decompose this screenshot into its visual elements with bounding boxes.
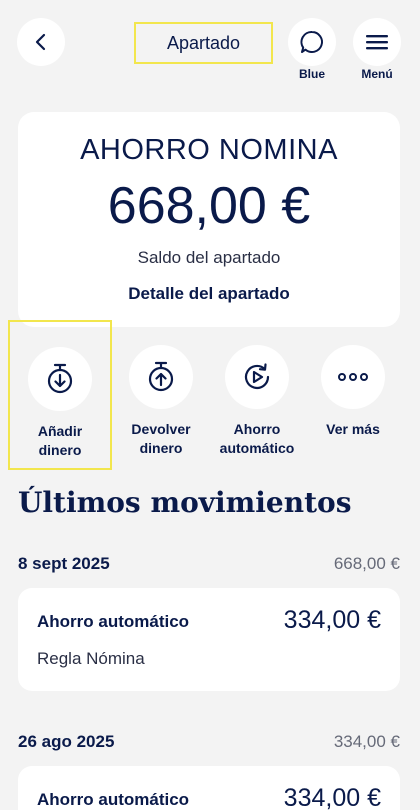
menu-label: Menú [361, 67, 393, 81]
back-button[interactable] [17, 18, 65, 66]
return-money-label: Devolver dinero [131, 421, 191, 456]
stopwatch-up-icon [148, 361, 174, 392]
balance-card: AHORRO NOMINA 668,00 € Saldo del apartad… [18, 112, 400, 327]
add-money-button[interactable]: Añadir dinero [8, 320, 112, 470]
auto-saving-label: Ahorro automático [219, 421, 295, 456]
blue-chat-button[interactable] [288, 18, 336, 66]
movement-subtitle: Regla Nómina [37, 649, 145, 668]
movement-amount: 334,00 € [283, 784, 381, 810]
chat-bubble-icon [300, 31, 323, 53]
account-balance: 668,00 € [107, 177, 311, 235]
account-name: AHORRO NOMINA [80, 134, 338, 166]
movement-card[interactable]: Ahorro automático 334,00 € [18, 766, 400, 810]
movement-title: Ahorro automático [37, 612, 190, 631]
movements-title: Últimos movimientos [18, 486, 352, 519]
movement-group-header: 8 sept 2025 668,00 € [18, 554, 400, 576]
see-more-button[interactable]: Ver más [301, 320, 405, 470]
add-money-icon-circle [28, 347, 92, 411]
add-money-label: Añadir dinero [37, 423, 83, 458]
see-more-icon-circle [321, 345, 385, 409]
hamburger-menu-icon [366, 35, 388, 50]
movement-title: Ahorro automático [37, 790, 190, 809]
chevron-left-icon [35, 33, 46, 51]
group-date: 26 ago 2025 [18, 732, 115, 751]
more-dots-icon [338, 373, 368, 381]
movement-amount: 334,00 € [283, 606, 381, 634]
return-money-icon-circle [129, 345, 193, 409]
group-date: 8 sept 2025 [18, 554, 110, 573]
blue-label: Blue [298, 67, 325, 81]
movement-group-header: 26 ago 2025 334,00 € [18, 732, 400, 754]
return-money-button[interactable]: Devolver dinero [109, 320, 213, 470]
page-title: Apartado [134, 22, 273, 64]
auto-play-icon [244, 363, 270, 390]
group-total: 668,00 € [333, 554, 400, 573]
auto-saving-icon-circle [225, 345, 289, 409]
balance-caption: Saldo del apartado [137, 248, 281, 267]
movement-card[interactable]: Ahorro automático 334,00 € Regla Nómina [18, 588, 400, 691]
auto-saving-button[interactable]: Ahorro automático [205, 320, 309, 470]
menu-button[interactable] [353, 18, 401, 66]
detail-link[interactable]: Detalle del apartado [18, 284, 400, 304]
see-more-label: Ver más [326, 421, 380, 437]
top-bar: Apartado Blue Menú [0, 0, 420, 100]
stopwatch-down-icon [47, 363, 73, 394]
group-total: 334,00 € [333, 732, 400, 751]
